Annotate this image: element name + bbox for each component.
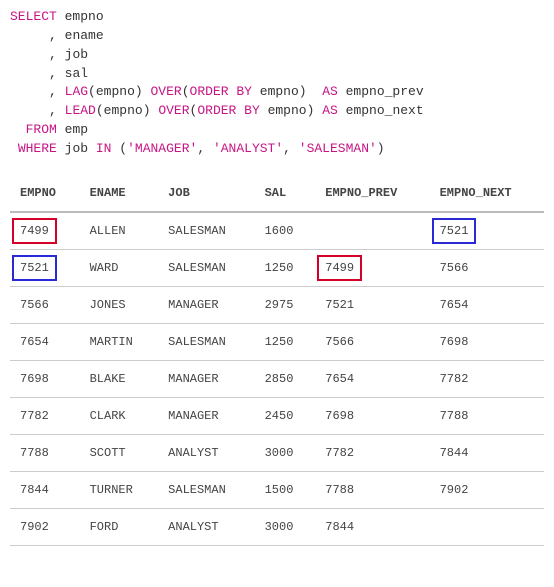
table-cell: 7566 (10, 286, 80, 323)
alias-next: empno_next (346, 103, 424, 118)
table-cell: ANALYST (158, 434, 254, 471)
table-header-row: EMPNO ENAME JOB SAL EMPNO_PREV EMPNO_NEX… (10, 175, 544, 212)
table-cell: 7902 (430, 471, 544, 508)
highlight-red: 7499 (317, 255, 362, 281)
th-empno-next: EMPNO_NEXT (430, 175, 544, 212)
table-row: 7698BLAKEMANAGER285076547782 (10, 360, 544, 397)
alias-prev: empno_prev (346, 84, 424, 99)
table-cell: 7566 (430, 249, 544, 286)
table-cell: 7654 (315, 360, 429, 397)
table-cell: 3000 (255, 508, 316, 545)
kw-select: SELECT (10, 9, 57, 24)
table-cell: 7566 (315, 323, 429, 360)
table-cell: ANALYST (158, 508, 254, 545)
highlight-blue: 7521 (432, 218, 477, 244)
table-cell: 1250 (255, 249, 316, 286)
table-cell: SALESMAN (158, 212, 254, 250)
fn-lag: LAG (65, 84, 88, 99)
tbl-emp: emp (65, 122, 88, 137)
result-table: EMPNO ENAME JOB SAL EMPNO_PREV EMPNO_NEX… (10, 175, 544, 546)
table-cell: 1500 (255, 471, 316, 508)
table-cell: 7782 (430, 360, 544, 397)
th-sal: SAL (255, 175, 316, 212)
table-cell: 7902 (10, 508, 80, 545)
table-cell: MANAGER (158, 286, 254, 323)
highlight-red: 7499 (12, 218, 57, 244)
sql-code: SELECT empno , ename , job , sal , LAG(e… (10, 8, 544, 159)
table-row: 7521 WARDSALESMAN12507499 7566 (10, 249, 544, 286)
table-cell: 7499 (10, 212, 80, 250)
table-row: 7788SCOTTANALYST300077827844 (10, 434, 544, 471)
table-cell: 7782 (315, 434, 429, 471)
table-cell: 7698 (430, 323, 544, 360)
table-cell: 7844 (10, 471, 80, 508)
th-job: JOB (158, 175, 254, 212)
kw-from: FROM (26, 122, 57, 137)
table-cell: 7788 (10, 434, 80, 471)
table-cell: ALLEN (80, 212, 159, 250)
table-row: 7566JONESMANAGER297575217654 (10, 286, 544, 323)
col-empno: empno (65, 9, 104, 24)
table-cell: 1600 (255, 212, 316, 250)
table-cell: 7698 (315, 397, 429, 434)
table-cell: 7844 (430, 434, 544, 471)
table-row: 7499 ALLENSALESMAN1600 7521 (10, 212, 544, 250)
table-row: 7782CLARKMANAGER245076987788 (10, 397, 544, 434)
table-cell: JONES (80, 286, 159, 323)
table-cell: SALESMAN (158, 323, 254, 360)
th-ename: ENAME (80, 175, 159, 212)
table-cell: 7654 (430, 286, 544, 323)
table-cell: 2975 (255, 286, 316, 323)
table-cell: 7782 (10, 397, 80, 434)
table-cell: BLAKE (80, 360, 159, 397)
table-row: 7844TURNERSALESMAN150077887902 (10, 471, 544, 508)
table-cell: 1250 (255, 323, 316, 360)
fn-lead: LEAD (65, 103, 96, 118)
table-cell: 7521 (430, 212, 544, 250)
th-empno: EMPNO (10, 175, 80, 212)
table-cell: 7521 (10, 249, 80, 286)
table-cell: MANAGER (158, 397, 254, 434)
table-cell: 7499 (315, 249, 429, 286)
table-cell: 2450 (255, 397, 316, 434)
table-cell (315, 212, 429, 250)
table-row: 7902FORDANALYST30007844 (10, 508, 544, 545)
col-ename: ename (65, 28, 104, 43)
table-cell: WARD (80, 249, 159, 286)
table-cell: 2850 (255, 360, 316, 397)
table-cell: FORD (80, 508, 159, 545)
table-cell: SALESMAN (158, 249, 254, 286)
table-cell: 7654 (10, 323, 80, 360)
table-body: 7499ALLENSALESMAN160075217521WARDSALESMA… (10, 212, 544, 546)
table-cell: CLARK (80, 397, 159, 434)
table-cell: 7698 (10, 360, 80, 397)
table-cell: TURNER (80, 471, 159, 508)
table-row: 7654MARTINSALESMAN125075667698 (10, 323, 544, 360)
table-cell: 7788 (430, 397, 544, 434)
table-cell: MARTIN (80, 323, 159, 360)
table-cell: 3000 (255, 434, 316, 471)
th-empno-prev: EMPNO_PREV (315, 175, 429, 212)
table-cell (430, 508, 544, 545)
col-job: job (65, 47, 88, 62)
col-sal: sal (65, 66, 88, 81)
table-cell: 7844 (315, 508, 429, 545)
table-cell: MANAGER (158, 360, 254, 397)
table-cell: 7521 (315, 286, 429, 323)
table-cell: 7788 (315, 471, 429, 508)
kw-where: WHERE (18, 141, 57, 156)
table-cell: SALESMAN (158, 471, 254, 508)
table-cell: SCOTT (80, 434, 159, 471)
highlight-blue: 7521 (12, 255, 57, 281)
